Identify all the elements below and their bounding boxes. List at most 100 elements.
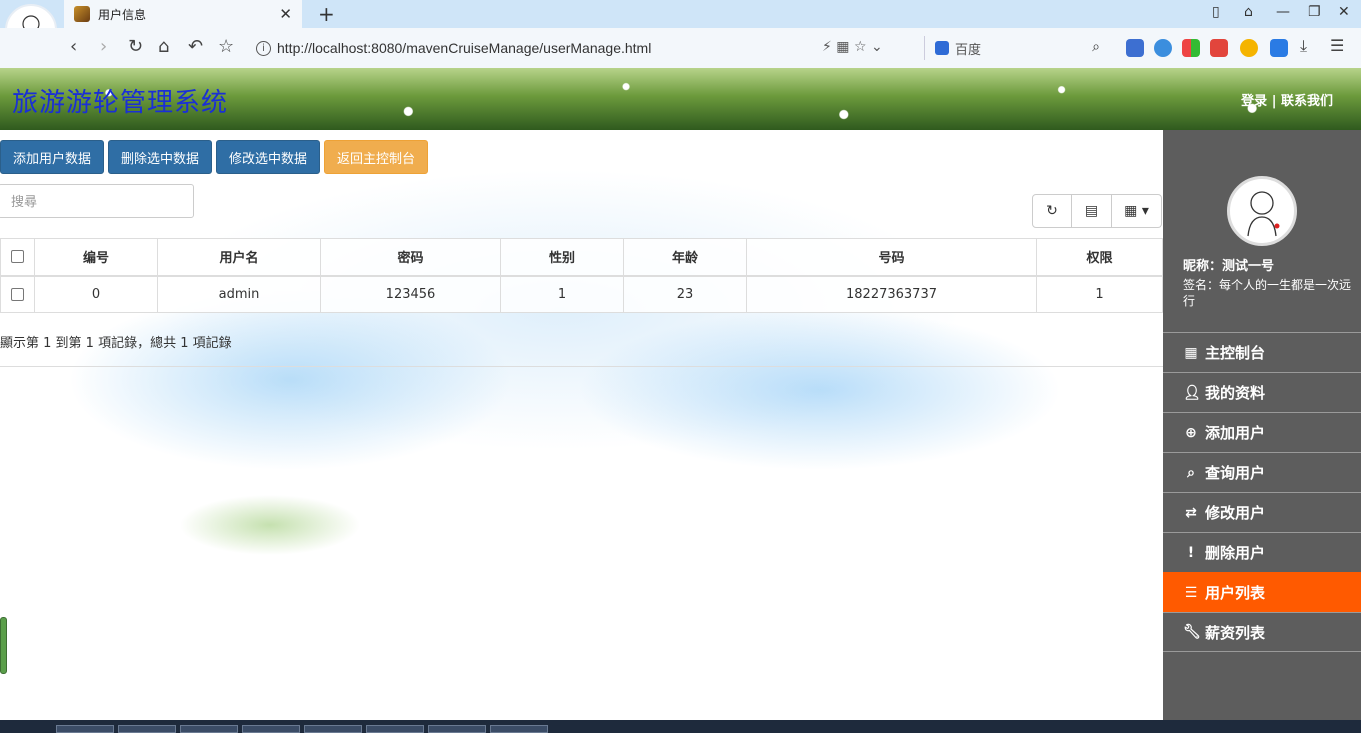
search-input[interactable] (0, 184, 194, 218)
taskbar-app[interactable] (180, 725, 238, 733)
columns-icon[interactable]: ▦ ▾ (1112, 194, 1162, 228)
column-header-password[interactable]: 密码 (320, 238, 501, 277)
taskbar-app[interactable] (428, 725, 486, 733)
list-icon: ☰ (1184, 584, 1198, 601)
taskbar-app[interactable] (304, 725, 362, 733)
bookmark-star-icon[interactable]: ☆ (218, 36, 234, 57)
taskbar-app[interactable] (366, 725, 424, 733)
new-tab-icon[interactable]: + (318, 2, 335, 26)
edit-selected-button[interactable]: 修改选中数据 (216, 140, 321, 174)
scroll-handle[interactable] (0, 617, 7, 674)
cell-id: 0 (34, 275, 158, 313)
banner-links: 登录 | 联系我们 (1241, 90, 1333, 109)
column-header-age[interactable]: 年龄 (623, 238, 747, 277)
search-icon: ⌕ (1187, 464, 1195, 481)
link-separator: | (1271, 94, 1277, 109)
sidebar-item-label: 主控制台 (1205, 344, 1266, 362)
sketch-avatar-icon (1247, 191, 1280, 237)
address-tools-icons[interactable]: ⚡ ▦ ☆ ⌄ (822, 39, 883, 55)
address-bar[interactable]: i http://localhost:8080/mavenCruiseManag… (256, 36, 896, 60)
taskbar-app[interactable] (56, 725, 114, 733)
site-title: 旅游游轮管理系统 (12, 88, 229, 118)
translate-icon[interactable] (1126, 39, 1144, 57)
close-window-icon[interactable]: ✕ (1338, 4, 1350, 20)
sidebar-item-label: 查询用户 (1205, 464, 1266, 482)
download-icon[interactable]: ⤓ (1300, 36, 1307, 56)
sidebar-item-salary-list[interactable]: 🔧︎ 薪资列表 (1163, 612, 1361, 652)
refresh-icon[interactable]: ↻ (1032, 194, 1072, 228)
delete-selected-button[interactable]: 删除选中数据 (108, 140, 213, 174)
column-header-id[interactable]: 编号 (34, 238, 158, 277)
tablet-mode-icon[interactable]: ▯ (1212, 4, 1220, 20)
user-icon: 👤︎ (1183, 384, 1201, 401)
menu-icon[interactable]: ☰ (1330, 36, 1344, 55)
sidebar-item-query-user[interactable]: ⌕ 查询用户 (1163, 452, 1361, 492)
table-tools: ↻ ▤ ▦ ▾ (1032, 194, 1162, 228)
nickname: 昵称：测试一号 (1183, 259, 1275, 274)
undo-close-icon[interactable]: ↶ (188, 36, 203, 57)
home-icon[interactable]: ⌂ (158, 36, 169, 57)
navigation-bar: ‹ › ↻ ⌂ ↶ ☆ i http://localhost:8080/mave… (0, 28, 1361, 68)
tab-user-info[interactable]: 用户信息 ✕ (64, 0, 302, 28)
close-tab-icon[interactable]: ✕ (279, 5, 292, 23)
column-header-username[interactable]: 用户名 (157, 238, 321, 277)
retweet-icon: ⇄ (1185, 504, 1197, 521)
column-header-permission[interactable]: 权限 (1036, 238, 1163, 277)
url-text[interactable]: http://localhost:8080/mavenCruiseManage/… (277, 40, 651, 56)
sidebar-item-console[interactable]: ▦ 主控制台 (1163, 332, 1361, 372)
sidebar-item-label: 我的资料 (1205, 384, 1266, 402)
contact-link[interactable]: 联系我们 (1281, 94, 1333, 109)
wrench-icon: 🔧︎ (1183, 624, 1201, 640)
tab-title: 用户信息 (98, 7, 147, 22)
tab-strip: 用户信息 ✕ + ▯ ⌂ — ❐ ✕ (0, 0, 1361, 56)
login-link[interactable]: 登录 (1241, 94, 1267, 109)
sidebar-item-delete-user[interactable]: ! 删除用户 (1163, 532, 1361, 572)
search-icon[interactable]: ⌕ (1092, 39, 1100, 55)
scissors-icon[interactable] (1270, 39, 1288, 57)
sidebar-item-label: 添加用户 (1205, 424, 1266, 442)
reload-icon[interactable]: ↻ (128, 36, 143, 57)
select-all-checkbox[interactable] (0, 238, 35, 277)
main-content: 添加用户数据 删除选中数据 修改选中数据 返回主控制台 ↻ ▤ ▦ ▾ 编号 用… (0, 130, 1163, 720)
restore-icon[interactable]: ❐ (1308, 4, 1321, 20)
sidebar-item-edit-user[interactable]: ⇄ 修改用户 (1163, 492, 1361, 532)
favicon-icon (74, 6, 90, 22)
profile-avatar[interactable] (1227, 176, 1297, 246)
cell-phone: 18227363737 (746, 275, 1037, 313)
pdf-icon[interactable] (1210, 39, 1228, 57)
back-to-console-button[interactable]: 返回主控制台 (324, 140, 429, 174)
sidebar-item-profile[interactable]: 👤︎ 我的资料 (1163, 372, 1361, 412)
cloud-icon[interactable] (1154, 39, 1172, 57)
baidu-paw-icon (935, 41, 949, 55)
sidebar-item-label: 用户列表 (1205, 584, 1266, 602)
action-toolbar: 添加用户数据 删除选中数据 修改选中数据 返回主控制台 (0, 140, 429, 174)
cell-username: admin (157, 275, 321, 313)
row-checkbox[interactable] (0, 275, 35, 313)
user-table: 编号 用户名 密码 性别 年龄 号码 权限 0 admin 123456 1 2… (0, 238, 1163, 313)
column-header-phone[interactable]: 号码 (746, 238, 1037, 277)
back-icon[interactable]: ‹ (70, 36, 77, 57)
browser-search-box[interactable]: 百度 ⌕ (924, 36, 1110, 60)
sidebar-item-user-list[interactable]: ☰ 用户列表 (1163, 572, 1361, 612)
moon-icon[interactable] (1240, 39, 1258, 57)
table-row[interactable]: 0 admin 123456 1 23 18227363737 1 (0, 275, 1163, 313)
site-info-icon[interactable]: i (256, 40, 271, 56)
column-header-gender[interactable]: 性别 (500, 238, 624, 277)
sidebar: 昵称：测试一号 签名：每个人的一生都是一次远行 ▦ 主控制台 👤︎ 我的资料 ⊕… (1163, 130, 1361, 720)
skin-icon[interactable]: ⌂ (1244, 4, 1253, 20)
add-user-button[interactable]: 添加用户数据 (0, 140, 105, 174)
exclamation-icon: ! (1187, 544, 1195, 561)
sidebar-item-add-user[interactable]: ⊕ 添加用户 (1163, 412, 1361, 452)
taskbar-app[interactable] (242, 725, 300, 733)
toggle-view-icon[interactable]: ▤ (1072, 194, 1112, 228)
search-engine-label: 百度 (955, 42, 982, 58)
plus-circle-icon: ⊕ (1185, 424, 1197, 441)
divider (0, 366, 1163, 367)
taskbar-app[interactable] (490, 725, 548, 733)
site-banner: 旅游游轮管理系统 登录 | 联系我们 (0, 68, 1361, 130)
apps-icon[interactable] (1182, 39, 1200, 57)
forward-icon[interactable]: › (100, 36, 107, 57)
sidebar-item-label: 修改用户 (1205, 504, 1266, 522)
minimize-icon[interactable]: — (1276, 4, 1290, 20)
taskbar-app[interactable] (118, 725, 176, 733)
